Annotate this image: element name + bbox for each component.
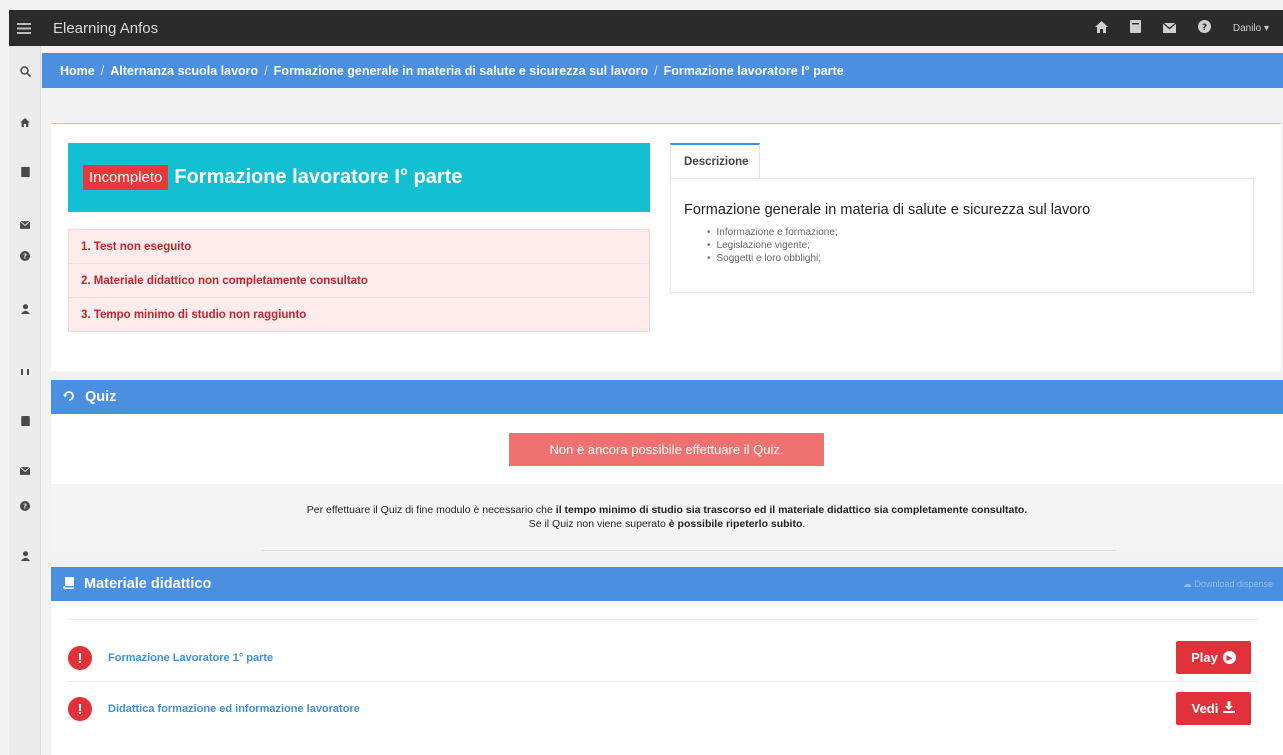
breadcrumb-alternanza[interactable]: Alternanza scuola lavoro: [110, 64, 258, 78]
material-link[interactable]: Didattica formazione ed informazione lav…: [108, 703, 360, 715]
divider: [68, 681, 1258, 682]
book-icon[interactable]: [1129, 20, 1141, 36]
list-item: Soggetti e loro obblighi;: [707, 252, 1253, 265]
history-icon: [63, 390, 75, 405]
description-panel: Descrizione Formazione generale in mater…: [670, 143, 1254, 293]
divider: [68, 619, 1258, 620]
quiz-body: Non è ancora possibile effettuare il Qui…: [51, 414, 1283, 484]
breadcrumb-course[interactable]: Formazione generale in materia di salute…: [274, 64, 648, 78]
requirement-item: 1. Test non eseguito: [69, 230, 649, 264]
note-text: .: [802, 518, 806, 530]
download-label: Download dispense: [1194, 578, 1273, 589]
list-item: ! Didattica formazione ed informazione l…: [68, 695, 360, 723]
view-label: Vedi: [1191, 701, 1219, 716]
module-title: Formazione lavoratore I° parte: [174, 166, 463, 188]
note-text: Per effettuare il Quiz di fine modulo è …: [306, 504, 556, 516]
note-text: Se il Quiz non viene superato: [528, 518, 669, 530]
main-content: Incompleto Formazione lavoratore I° part…: [51, 88, 1283, 755]
svg-text:?: ?: [23, 253, 27, 261]
pin-icon[interactable]: [9, 366, 41, 378]
user-icon[interactable]: [9, 304, 41, 317]
quiz-note-line1: Per effettuare il Quiz di fine modulo è …: [51, 503, 1283, 517]
play-icon: ▶: [1222, 651, 1236, 664]
description-heading: Formazione generale in materia di salute…: [684, 202, 1091, 218]
quiz-start-button[interactable]: Non è ancora possibile effettuare il Qui…: [509, 433, 824, 466]
breadcrumb-separator: /: [264, 63, 268, 78]
play-button[interactable]: Play ▶: [1176, 641, 1251, 674]
note-bold-text: il tempo minimo di studio sia trascorso …: [555, 504, 1028, 516]
book-icon: [63, 576, 74, 592]
play-label: Play: [1191, 650, 1218, 665]
help-icon[interactable]: ?: [1197, 20, 1211, 36]
quiz-header: Quiz: [51, 380, 1283, 414]
breadcrumb-current: Formazione lavoratore I° parte: [663, 63, 844, 78]
exclamation-icon: !: [68, 646, 92, 670]
module-title-box: Incompleto Formazione lavoratore I° part…: [68, 143, 650, 212]
description-list: Informazione e formazione; Legislazione …: [684, 226, 1253, 265]
mail-icon[interactable]: [1162, 21, 1177, 36]
status-badge: Incompleto: [83, 165, 169, 190]
tab-descrizione[interactable]: Descrizione: [670, 143, 760, 179]
menu-icon[interactable]: [9, 10, 39, 46]
cloud-download-icon: ☁: [1182, 578, 1192, 589]
left-sidebar: ? ?: [9, 46, 41, 755]
top-navbar: Elearning Anfos ? Danilo ▾: [9, 10, 1283, 46]
home-icon[interactable]: [9, 118, 41, 130]
download-dispense-link[interactable]: ☁ Download dispense: [1183, 579, 1273, 590]
list-item: ! Formazione Lavoratore 1° parte: [68, 644, 273, 672]
breadcrumb: Home / Alternanza scuola lavoro / Formaz…: [42, 53, 1283, 88]
quiz-title: Quiz: [85, 389, 117, 405]
app-title[interactable]: Elearning Anfos: [53, 20, 158, 37]
book-icon[interactable]: [9, 416, 41, 429]
materials-header: Materiale didattico ☁ Download dispense: [51, 567, 1283, 601]
breadcrumb-separator: /: [100, 63, 105, 78]
help-icon[interactable]: ?: [9, 251, 41, 264]
download-icon: [1223, 701, 1236, 716]
svg-text:?: ?: [1202, 23, 1207, 33]
divider: [261, 550, 1116, 551]
requirement-item: 2. Materiale didattico non completamente…: [69, 264, 649, 298]
note-bold-text: è possibile ripeterlo subito: [668, 518, 803, 530]
quiz-note: Per effettuare il Quiz di fine modulo è …: [51, 484, 1283, 552]
materials-list: ! Formazione Lavoratore 1° parte Play ▶ …: [51, 601, 1283, 755]
svg-text:?: ?: [23, 503, 27, 511]
quiz-note-line2: Se il Quiz non viene superato è possibil…: [51, 517, 1283, 531]
user-menu[interactable]: Danilo ▾: [1233, 23, 1269, 34]
view-download-button[interactable]: Vedi: [1176, 692, 1251, 725]
material-link[interactable]: Formazione Lavoratore 1° parte: [108, 652, 273, 664]
user-icon[interactable]: [9, 551, 41, 564]
materials-title: Materiale didattico: [84, 576, 212, 592]
requirement-item: 3. Tempo minimo di studio non raggiunto: [81, 309, 307, 321]
book-icon[interactable]: [9, 167, 41, 180]
mail-icon[interactable]: [9, 466, 41, 478]
home-icon[interactable]: [1094, 20, 1108, 36]
requirements-alert: 1. Test non eseguito 2. Materiale didatt…: [68, 229, 650, 332]
list-item: Informazione e formazione;: [707, 226, 1253, 239]
description-body: Formazione generale in materia di salute…: [670, 178, 1254, 293]
breadcrumb-home[interactable]: Home: [60, 64, 95, 78]
exclamation-icon: !: [68, 697, 92, 721]
module-overview: Incompleto Formazione lavoratore I° part…: [51, 123, 1281, 371]
help-icon[interactable]: ?: [9, 501, 41, 514]
search-icon[interactable]: [9, 66, 41, 80]
breadcrumb-separator: /: [654, 63, 658, 78]
list-item: Legislazione vigente;: [707, 239, 1253, 252]
mail-icon[interactable]: [9, 220, 41, 232]
